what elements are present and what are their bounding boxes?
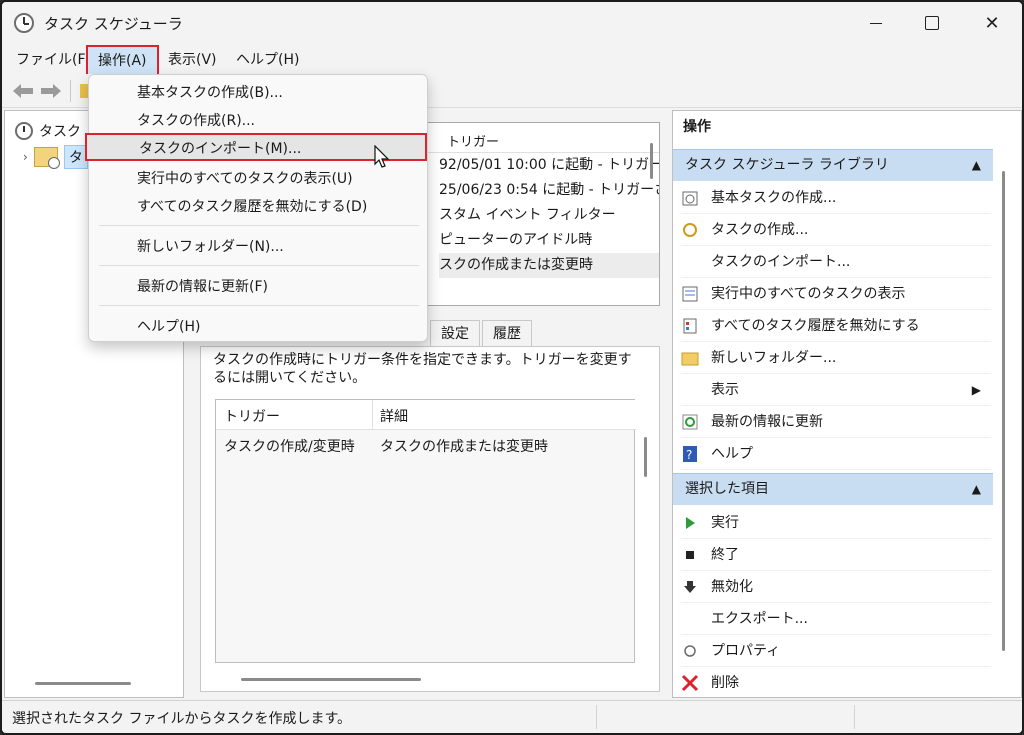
action-run[interactable]: 実行 (681, 507, 991, 539)
running-tasks-icon (681, 285, 699, 303)
tab-settings[interactable]: 設定 (430, 320, 480, 346)
action-show-running[interactable]: 実行中のすべてのタスクの表示 (681, 278, 991, 310)
menu-item-help[interactable]: ヘルプ(H) (93, 313, 423, 341)
down-arrow-icon (681, 578, 699, 596)
action-disable[interactable]: 無効化 (681, 571, 991, 603)
mouse-cursor-icon (374, 145, 390, 168)
action-new-folder[interactable]: 新しいフォルダー... (681, 342, 991, 374)
action-create-task[interactable]: タスクの作成... (681, 214, 991, 246)
new-folder-icon (681, 349, 699, 367)
column-detail[interactable]: 詳細 (380, 406, 408, 426)
section-library-header[interactable]: タスク スケジューラ ライブラリ ▲ (673, 149, 993, 181)
close-button[interactable]: ✕ (964, 2, 1020, 44)
menu-item-show-running-tasks[interactable]: 実行中のすべてのタスクの表示(U) (93, 165, 423, 193)
action-end[interactable]: 終了 (681, 539, 991, 571)
tree-root-label: タスク (39, 124, 81, 140)
trigger-cell[interactable]: タスクの作成/変更時 (224, 436, 355, 456)
section-selected-header[interactable]: 選択した項目 ▲ (673, 473, 993, 505)
tab-history[interactable]: 履歴 (482, 320, 532, 346)
back-arrow-icon[interactable] (12, 83, 34, 99)
vertical-scrollbar[interactable] (1002, 171, 1005, 651)
menu-separator (99, 225, 419, 226)
menu-item-new-folder[interactable]: 新しいフォルダー(N)... (93, 233, 423, 261)
tree-root-item[interactable]: タスク (15, 121, 81, 141)
action-export[interactable]: エクスポート... (681, 603, 991, 635)
status-text: 選択されたタスク ファイルからタスクを作成します。 (12, 711, 352, 727)
calendar-clock-icon (681, 189, 699, 207)
actions-title: 操作 (673, 111, 1021, 143)
minimize-button[interactable] (848, 2, 904, 44)
help-icon: ? (681, 445, 699, 463)
action-help[interactable]: ? ヘルプ (681, 438, 991, 470)
menu-item-create-task[interactable]: タスクの作成(R)... (93, 107, 423, 135)
refresh-icon (681, 413, 699, 431)
actions-pane: 操作 タスク スケジューラ ライブラリ ▲ 基本タスクの作成... タスクの作成… (672, 110, 1022, 699)
action-menu-dropdown: 基本タスクの作成(B)... タスクの作成(R)... タスクのインポート(M)… (85, 74, 428, 342)
clock-icon (15, 122, 33, 140)
task-row[interactable]: 92/05/01 10:00 に起動 - トリガーさ (439, 153, 659, 178)
task-row[interactable]: ピューターのアイドル時 (439, 228, 659, 253)
svg-text:?: ? (686, 448, 692, 462)
task-row[interactable]: スタム イベント フィルター (439, 203, 659, 228)
window-title: タスク スケジューラ (44, 15, 183, 33)
maximize-button[interactable] (904, 2, 960, 44)
collapse-caret-icon[interactable]: ▲ (972, 150, 981, 181)
tree-library-item[interactable]: › タ (23, 145, 88, 169)
action-delete[interactable]: 削除 (681, 667, 991, 699)
delete-x-icon (681, 674, 699, 692)
section-selected-label: 選択した項目 (685, 481, 769, 497)
expand-chevron-icon[interactable]: › (23, 150, 28, 164)
collapse-caret-icon[interactable]: ▲ (972, 474, 981, 505)
toolbar-divider (70, 80, 71, 102)
stop-icon (681, 546, 699, 564)
title-bar: タスク スケジューラ ✕ (2, 2, 1022, 44)
menu-action[interactable]: 操作(A) (86, 45, 159, 76)
action-properties[interactable]: プロパティ (681, 635, 991, 667)
menu-separator (99, 265, 419, 266)
section-library-label: タスク スケジューラ ライブラリ (685, 157, 889, 173)
menu-item-refresh[interactable]: 最新の情報に更新(F) (93, 273, 423, 301)
forward-arrow-icon[interactable] (40, 83, 62, 99)
action-disable-history[interactable]: すべてのタスク履歴を無効にする (681, 310, 991, 342)
menu-file[interactable]: ファイル(F) (10, 48, 97, 72)
clock-icon (14, 13, 34, 33)
task-row-selected[interactable]: スクの作成または変更時 (439, 253, 659, 278)
trigger-description: タスクの作成時にトリガー条件を指定できます。トリガーを変更するには開いてください… (213, 352, 632, 386)
task-row[interactable]: 25/06/23 0:54 に起動 - トリガーされ (439, 178, 659, 203)
status-bar: 選択されたタスク ファイルからタスクを作成します。 (2, 700, 1022, 733)
trigger-table-header: トリガー 詳細 (216, 400, 636, 430)
column-trigger[interactable]: トリガー (224, 406, 280, 426)
menu-bar: ファイル(F) 操作(A) 表示(V) ヘルプ(H) (2, 44, 1022, 76)
menu-separator (99, 305, 419, 306)
tab-panel: タスクの作成時にトリガー条件を指定できます。トリガーを変更するには開いてください… (200, 346, 660, 692)
horizontal-scrollbar[interactable] (241, 678, 421, 681)
vertical-scrollbar[interactable] (650, 143, 653, 179)
column-trigger[interactable]: トリガー (447, 131, 499, 150)
menu-help[interactable]: ヘルプ(H) (230, 48, 305, 72)
menu-item-disable-history[interactable]: すべてのタスク履歴を無効にする(D) (93, 193, 423, 221)
trigger-table: トリガー 詳細 タスクの作成/変更時 タスクの作成または変更時 (215, 399, 636, 663)
action-import-task[interactable]: タスクのインポート... (681, 246, 991, 278)
action-view[interactable]: 表示 ▶ (681, 374, 991, 406)
submenu-arrow-icon: ▶ (971, 382, 981, 397)
menu-view[interactable]: 表示(V) (162, 48, 223, 72)
properties-clock-icon (681, 642, 699, 660)
action-refresh[interactable]: 最新の情報に更新 (681, 406, 991, 438)
menu-item-create-basic-task[interactable]: 基本タスクの作成(B)... (93, 79, 423, 107)
horizontal-scrollbar[interactable] (35, 682, 131, 685)
history-list-icon (681, 317, 699, 335)
play-icon (681, 514, 699, 532)
task-scheduler-window: タスク スケジューラ ✕ ファイル(F) 操作(A) 表示(V) ヘルプ(H) … (0, 0, 1024, 735)
detail-cell[interactable]: タスクの作成または変更時 (380, 436, 548, 456)
vertical-scrollbar[interactable] (644, 437, 647, 477)
action-create-basic-task[interactable]: 基本タスクの作成... (681, 182, 991, 214)
task-clock-icon (681, 221, 699, 239)
scheduled-folder-icon (33, 147, 60, 169)
